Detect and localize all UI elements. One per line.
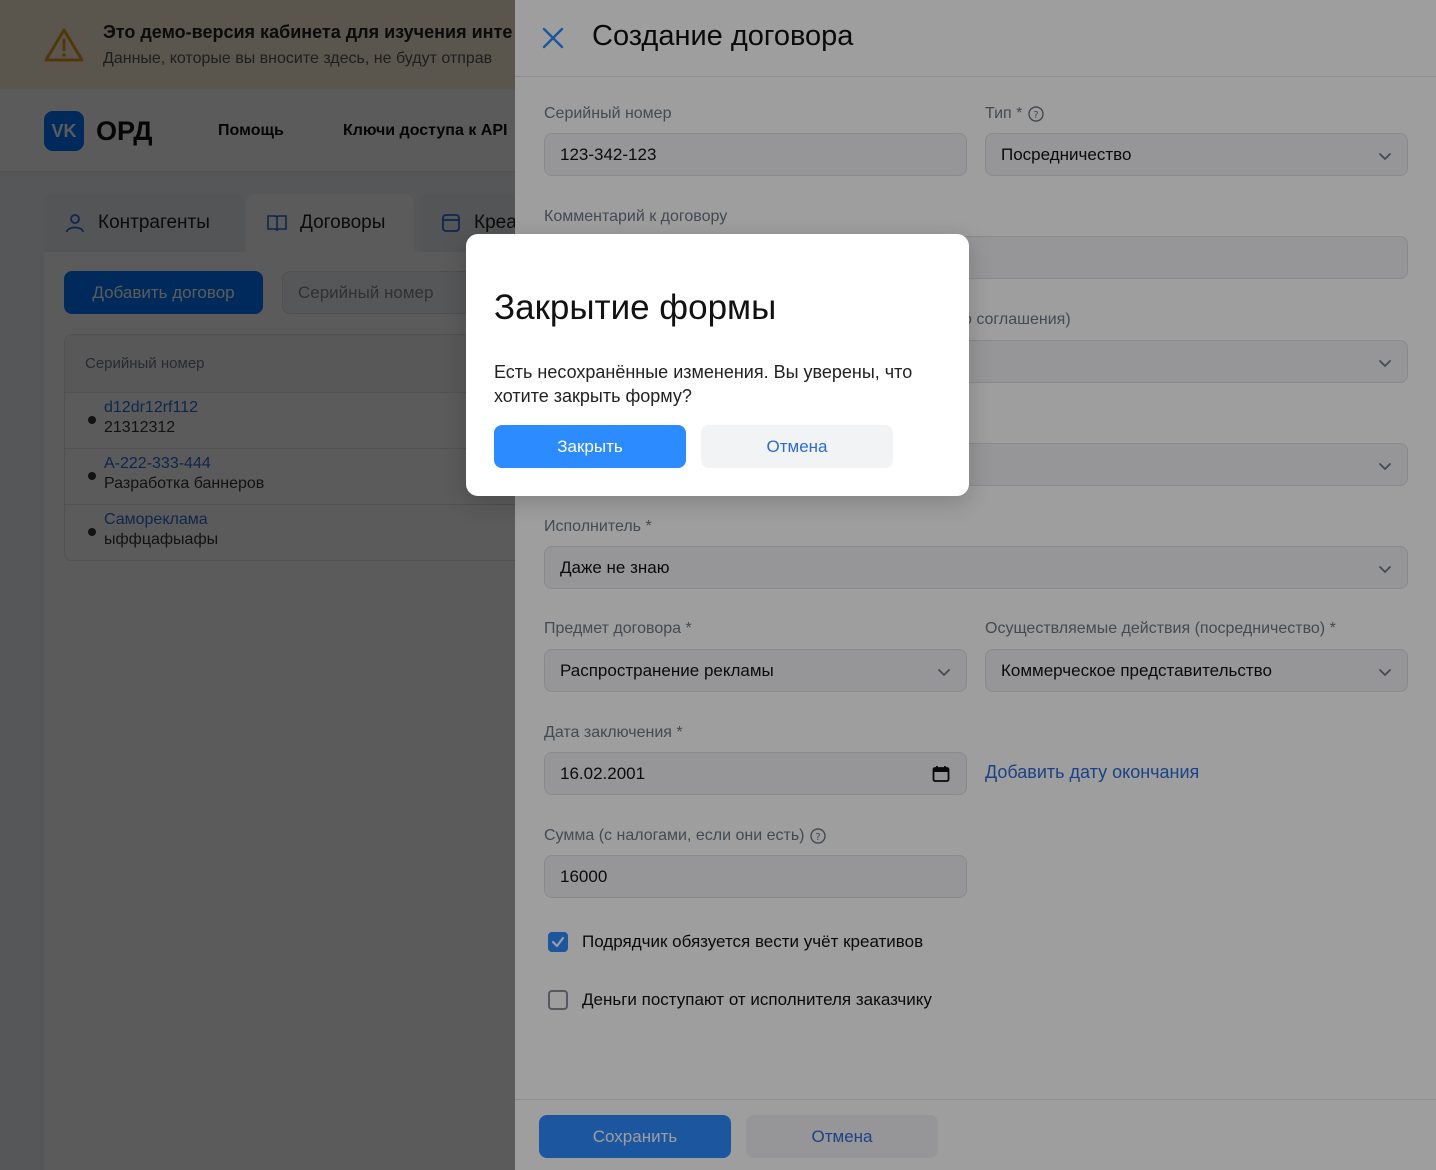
dialog-text: Есть несохранённые изменения. Вы уверены…	[494, 362, 913, 406]
dialog-cancel-button[interactable]: Отмена	[701, 425, 893, 468]
modal-overlay	[0, 0, 1436, 1170]
close-form-dialog: Закрытие формы Есть несохранённые измене…	[466, 234, 969, 496]
confirm-close-button[interactable]: Закрыть	[494, 425, 686, 468]
dialog-title: Закрытие формы	[494, 288, 777, 327]
